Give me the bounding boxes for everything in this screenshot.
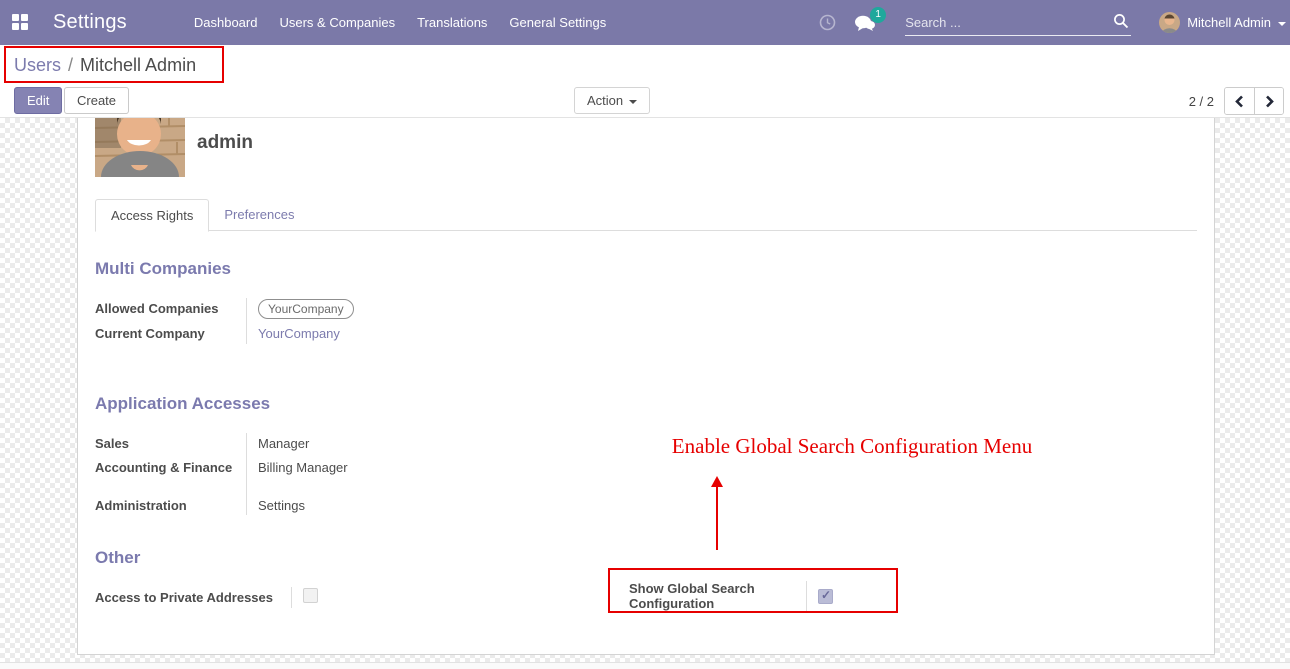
user-menu[interactable]: Mitchell Admin (1187, 15, 1271, 30)
field-row-administration: Administration Settings (95, 493, 615, 517)
action-dropdown-button[interactable]: Action (574, 87, 650, 114)
field-label: Accounting & Finance (95, 455, 246, 477)
checkbox-show-global-search-configuration[interactable]: ✓ (818, 589, 833, 604)
notebook-tabs: Access Rights Preferences (95, 199, 1197, 231)
breadcrumb-current: Mitchell Admin (80, 55, 196, 75)
field-row-sales: Sales Manager (95, 431, 615, 455)
record-title: admin (197, 132, 253, 154)
control-panel-breadcrumb-bar: Users / Mitchell Admin (0, 45, 1290, 85)
multi-companies-rows: Allowed Companies YourCompany Current Co… (95, 296, 615, 346)
field-label: Show Global Search Configuration (629, 581, 806, 611)
field-separator-line (246, 433, 247, 515)
annotation-arrow-line (716, 486, 718, 550)
form-sheet: admin Access Rights Preferences Multi Co… (77, 118, 1215, 655)
field-value: Billing Manager (246, 455, 615, 477)
messages-chat-icon[interactable]: 1 (851, 9, 879, 37)
pager-previous-button[interactable] (1225, 88, 1254, 114)
field-separator-line (806, 581, 807, 611)
action-caret-icon (629, 100, 637, 104)
field-separator-line (246, 298, 247, 344)
search-input[interactable] (905, 15, 1095, 30)
tab-access-rights[interactable]: Access Rights (95, 199, 209, 232)
field-row-show-global-search-configuration: Show Global Search Configuration ✓ (629, 581, 833, 611)
field-row-accounting-finance: Accounting & Finance Billing Manager (95, 455, 615, 493)
current-company-link[interactable]: YourCompany (246, 321, 615, 343)
application-accesses-rows: Sales Manager Accounting & Finance Billi… (95, 431, 615, 517)
top-navbar: Settings Dashboard Users & Companies Tra… (0, 0, 1290, 45)
user-menu-caret-icon[interactable] (1278, 22, 1286, 26)
checkmark-icon: ✓ (821, 588, 831, 602)
menu-item-dashboard[interactable]: Dashboard (183, 0, 269, 45)
menu-item-general-settings[interactable]: General Settings (498, 0, 617, 45)
create-button[interactable]: Create (64, 87, 129, 114)
tab-preferences[interactable]: Preferences (209, 199, 309, 231)
control-panel-buttons: Edit Create Action 2 / 2 (0, 85, 1290, 118)
field-value: Manager (246, 431, 615, 453)
field-label: Access to Private Addresses (95, 585, 291, 607)
field-value: Settings (246, 493, 615, 515)
field-row-current-company: Current Company YourCompany (95, 321, 615, 346)
breadcrumb: Users / Mitchell Admin (14, 55, 196, 76)
bottom-strip (0, 662, 1290, 669)
top-menu: Dashboard Users & Companies Translations… (183, 0, 617, 45)
field-label: Allowed Companies (95, 296, 246, 318)
search-icon[interactable] (1113, 13, 1129, 34)
app-brand-title[interactable]: Settings (53, 11, 127, 34)
company-tag[interactable]: YourCompany (258, 299, 354, 319)
user-photo-image[interactable] (95, 118, 185, 177)
user-avatar[interactable] (1159, 12, 1180, 33)
breadcrumb-users-link[interactable]: Users (14, 55, 61, 75)
pager-count: 2 / 2 (1189, 94, 1214, 109)
breadcrumb-separator: / (68, 55, 73, 75)
section-title-other: Other (95, 548, 140, 568)
field-row-allowed-companies: Allowed Companies YourCompany (95, 296, 615, 321)
field-row-access-private-addresses: Access to Private Addresses (95, 585, 615, 610)
apps-menu-icon[interactable] (12, 14, 29, 31)
pager-next-button[interactable] (1254, 88, 1283, 114)
field-label: Current Company (95, 321, 246, 343)
other-rows: Access to Private Addresses (95, 585, 615, 610)
field-label: Administration (95, 493, 246, 515)
annotation-text: Enable Global Search Configuration Menu (645, 434, 1059, 459)
global-search (905, 9, 1131, 36)
field-label: Sales (95, 431, 246, 453)
form-view-background: admin Access Rights Preferences Multi Co… (0, 118, 1290, 669)
activity-clock-icon[interactable] (813, 9, 841, 37)
section-title-multi-companies: Multi Companies (95, 259, 231, 279)
record-pager: 2 / 2 (1189, 87, 1284, 115)
field-separator-line (291, 587, 292, 608)
navbar-right: 1 Mitchell Admin (813, 0, 1290, 45)
checkbox-access-private-addresses[interactable] (303, 588, 318, 603)
edit-button[interactable]: Edit (14, 87, 62, 114)
messages-count-badge: 1 (870, 7, 886, 23)
menu-item-users-companies[interactable]: Users & Companies (268, 0, 406, 45)
section-title-application-accesses: Application Accesses (95, 394, 270, 414)
menu-item-translations[interactable]: Translations (406, 0, 498, 45)
